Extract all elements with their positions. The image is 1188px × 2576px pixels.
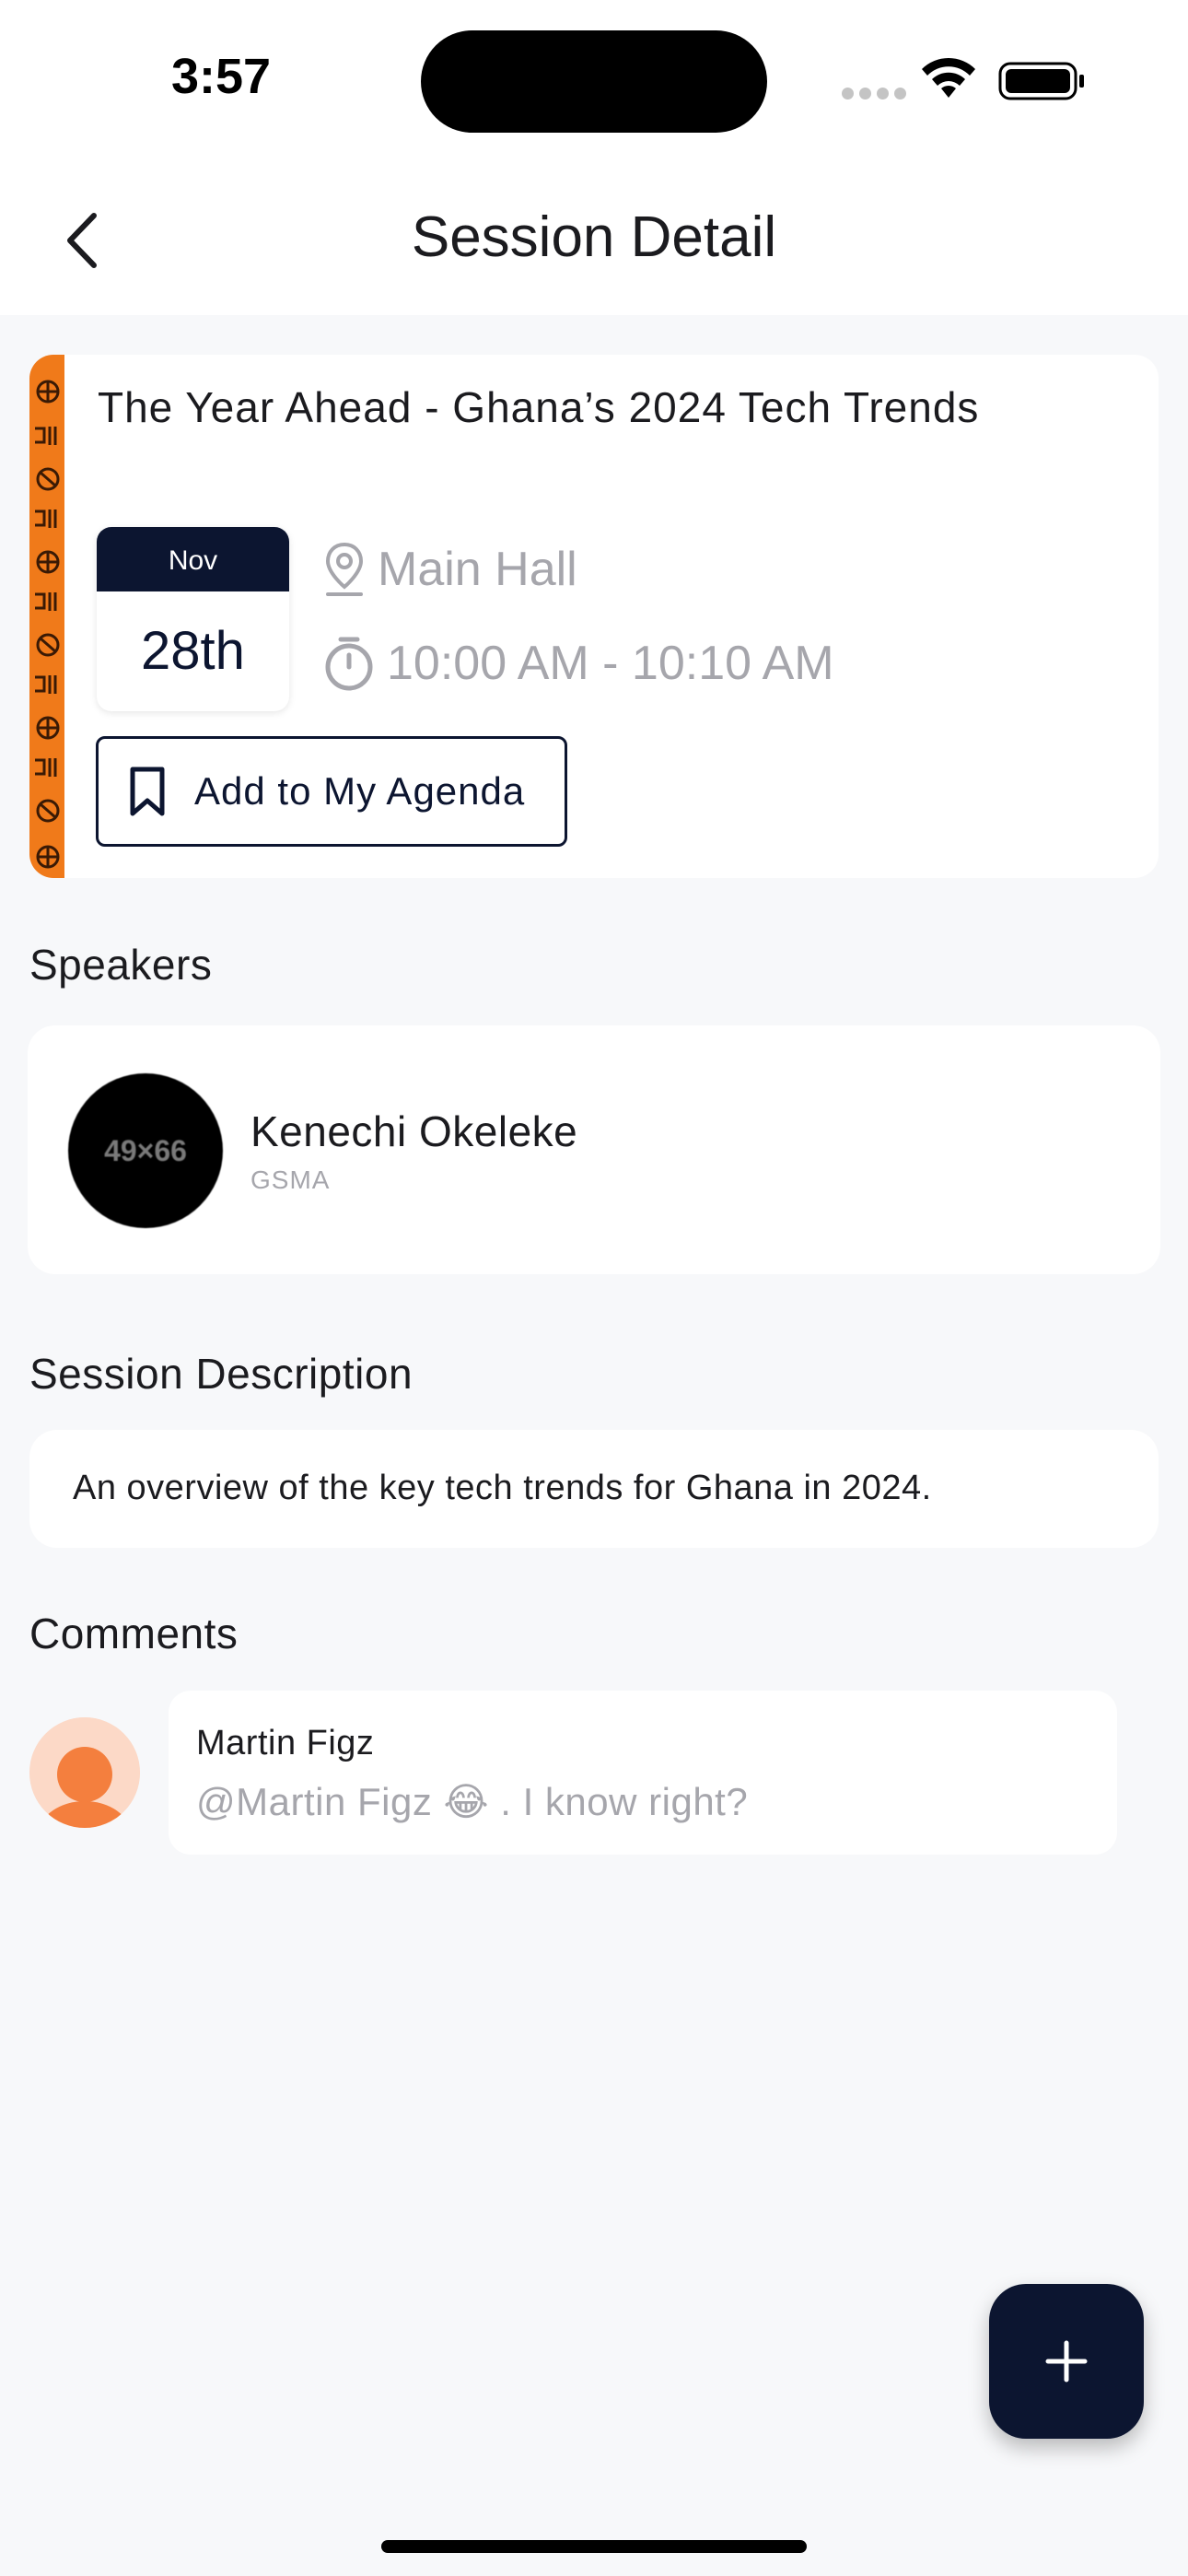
kente-pattern-strip [29,355,64,878]
comments-heading: Comments [29,1610,239,1657]
date-month: Nov [97,527,289,591]
speakers-heading: Speakers [29,941,213,989]
add-to-agenda-button[interactable]: Add to My Agenda [96,736,567,847]
status-time: 3:57 [171,49,272,104]
description-text: An overview of the key tech trends for G… [73,1469,932,1507]
description-card: An overview of the key tech trends for G… [29,1430,1159,1548]
comment-item[interactable]: Martin Figz @Martin Figz 😂 . I know righ… [169,1691,1117,1855]
commenter-avatar [29,1717,140,1828]
dynamic-island [421,30,767,133]
navigation-bar: Session Detail [0,166,1188,315]
speaker-organization: GSMA [250,1165,331,1194]
location-row: Main Hall [322,541,577,598]
session-title: The Year Ahead - Ghana’s 2024 Tech Trend… [98,383,980,431]
comment-text: @Martin Figz 😂 . I know right? [196,1780,749,1823]
date-day: 28th [141,621,245,681]
add-comment-button[interactable] [989,2284,1144,2439]
signal-dots-icon [842,88,906,100]
add-to-agenda-label: Add to My Agenda [194,769,526,813]
description-heading: Session Description [29,1350,413,1398]
session-card: The Year Ahead - Ghana’s 2024 Tech Trend… [29,355,1159,878]
time-range-text: 10:00 AM - 10:10 AM [387,637,834,690]
page-title: Session Detail [411,205,777,269]
home-indicator[interactable] [381,2540,807,2553]
user-avatar-icon [29,1717,140,1828]
location-pin-icon [325,542,364,596]
status-bar: 3:57 [0,0,1188,166]
time-row: 10:00 AM - 10:10 AM [322,635,834,692]
wifi-icon [922,57,975,98]
session-detail-screen: 3:57 Session Detail The Year Ahead - Gha… [0,0,1188,2576]
bookmark-icon [130,767,165,816]
stopwatch-icon [325,637,373,691]
battery-icon [998,62,1084,100]
speaker-avatar: 49×66 [68,1073,223,1228]
plus-icon [1045,2340,1088,2383]
date-badge: Nov 28th [97,527,289,711]
location-text: Main Hall [378,543,577,596]
speaker-name: Kenechi Okeleke [250,1107,578,1155]
speaker-card[interactable]: 49×66 Kenechi Okeleke GSMA [28,1025,1160,1274]
comment-author: Martin Figz [196,1724,375,1762]
